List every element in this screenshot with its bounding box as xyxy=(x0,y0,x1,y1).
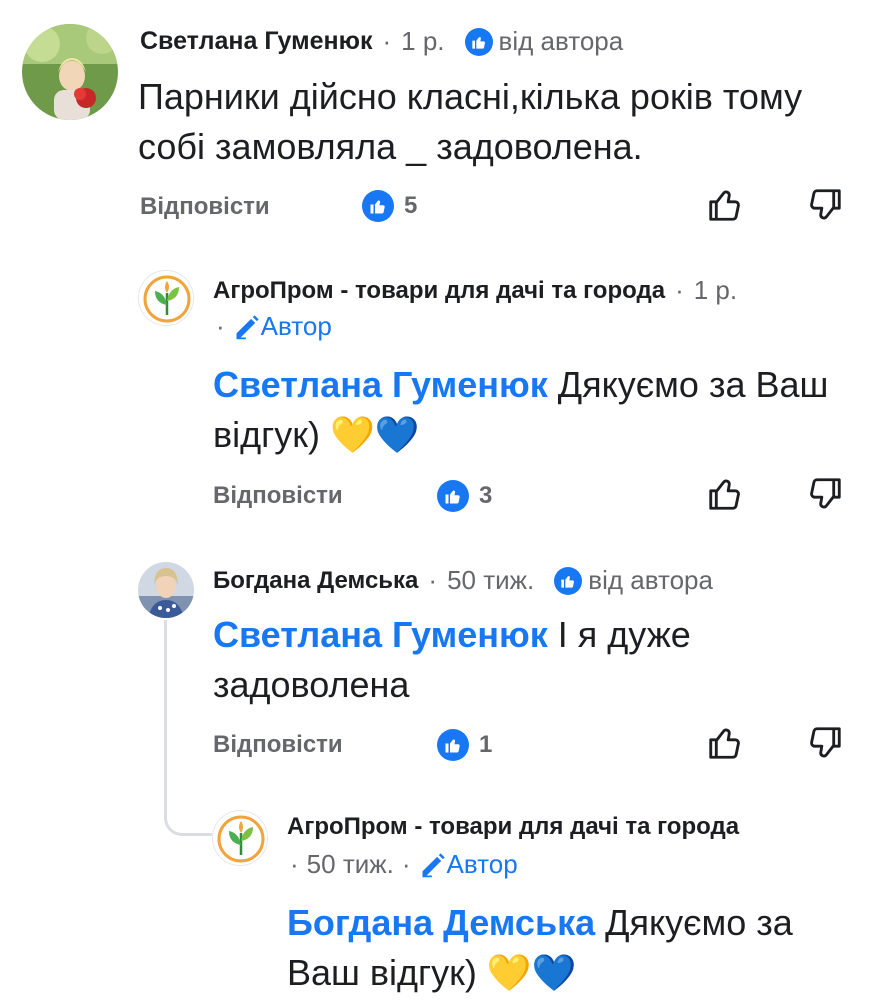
thumbs-up-icon xyxy=(709,728,740,759)
commenter-name[interactable]: Светлана Гуменюк xyxy=(140,27,372,56)
thumbs-up-icon xyxy=(709,479,740,510)
mention-link[interactable]: Светлана Гуменюк xyxy=(213,364,548,405)
author-label: Автор xyxy=(419,849,518,880)
dislike-button[interactable] xyxy=(806,186,844,224)
comment-body: Светлана Гуменюк І я дуже задоволена xyxy=(213,610,773,710)
like-badge-icon xyxy=(362,190,394,222)
page-avatar[interactable] xyxy=(212,810,268,866)
separator: · xyxy=(428,565,438,595)
thumbs-up-icon xyxy=(709,190,740,221)
commenter-name[interactable]: АгроПром - товари для дачі та города xyxy=(287,813,739,840)
comment-time[interactable]: 50 тиж. xyxy=(447,565,534,596)
commenter-name[interactable]: Богдана Демська xyxy=(213,567,418,595)
thumbs-down-icon xyxy=(810,727,841,758)
separator: · xyxy=(675,275,684,305)
reaction-count[interactable]: 5 xyxy=(362,190,417,222)
dislike-button[interactable] xyxy=(806,475,844,513)
commenter-name[interactable]: АгроПром - товари для дачі та города xyxy=(213,277,665,305)
avatar[interactable] xyxy=(22,24,118,120)
comment-text: Парники дійсно класні,кілька років тому … xyxy=(138,76,803,167)
author-label: Автор xyxy=(233,311,332,342)
pencil-icon xyxy=(236,314,259,339)
reaction-count[interactable]: 3 xyxy=(437,480,492,512)
dislike-button[interactable] xyxy=(806,724,844,762)
separator: · xyxy=(382,26,392,56)
like-badge-icon xyxy=(437,480,469,512)
like-badge-icon xyxy=(554,566,583,595)
comment-body: Богдана Демська Дякуємо за Ваш відгук) 💛… xyxy=(287,898,847,998)
thread-connector xyxy=(164,620,212,836)
reaction-count[interactable]: 1 xyxy=(437,729,492,761)
like-button[interactable] xyxy=(706,724,744,762)
comment-body: Светлана Гуменюк Дякуємо за Ваш відгук) … xyxy=(213,360,853,460)
reply-button[interactable]: Відповісти xyxy=(140,193,270,221)
comment-time[interactable]: 50 тиж. xyxy=(307,849,394,880)
comment-time[interactable]: 1 р. xyxy=(401,26,444,57)
like-badge-icon xyxy=(464,27,493,56)
pencil-icon xyxy=(422,852,445,877)
reply-button[interactable]: Відповісти xyxy=(213,731,343,759)
page-avatar[interactable] xyxy=(138,270,194,326)
separator: · xyxy=(401,849,411,879)
mention-link[interactable]: Светлана Гуменюк xyxy=(213,614,548,655)
separator: · xyxy=(216,311,225,341)
separator: · xyxy=(290,849,299,879)
comment-time[interactable]: 1 р. xyxy=(694,275,737,306)
thumbs-down-icon xyxy=(810,189,841,220)
author-reaction-badge: від автора xyxy=(464,26,623,57)
thumbs-down-icon xyxy=(810,478,841,509)
like-button[interactable] xyxy=(706,186,744,224)
like-button[interactable] xyxy=(706,475,744,513)
like-badge-icon xyxy=(437,729,469,761)
avatar[interactable] xyxy=(138,562,194,618)
author-reaction-badge: від автора xyxy=(554,565,713,596)
mention-link[interactable]: Богдана Демська xyxy=(287,902,595,943)
reply-button[interactable]: Відповісти xyxy=(213,482,343,510)
